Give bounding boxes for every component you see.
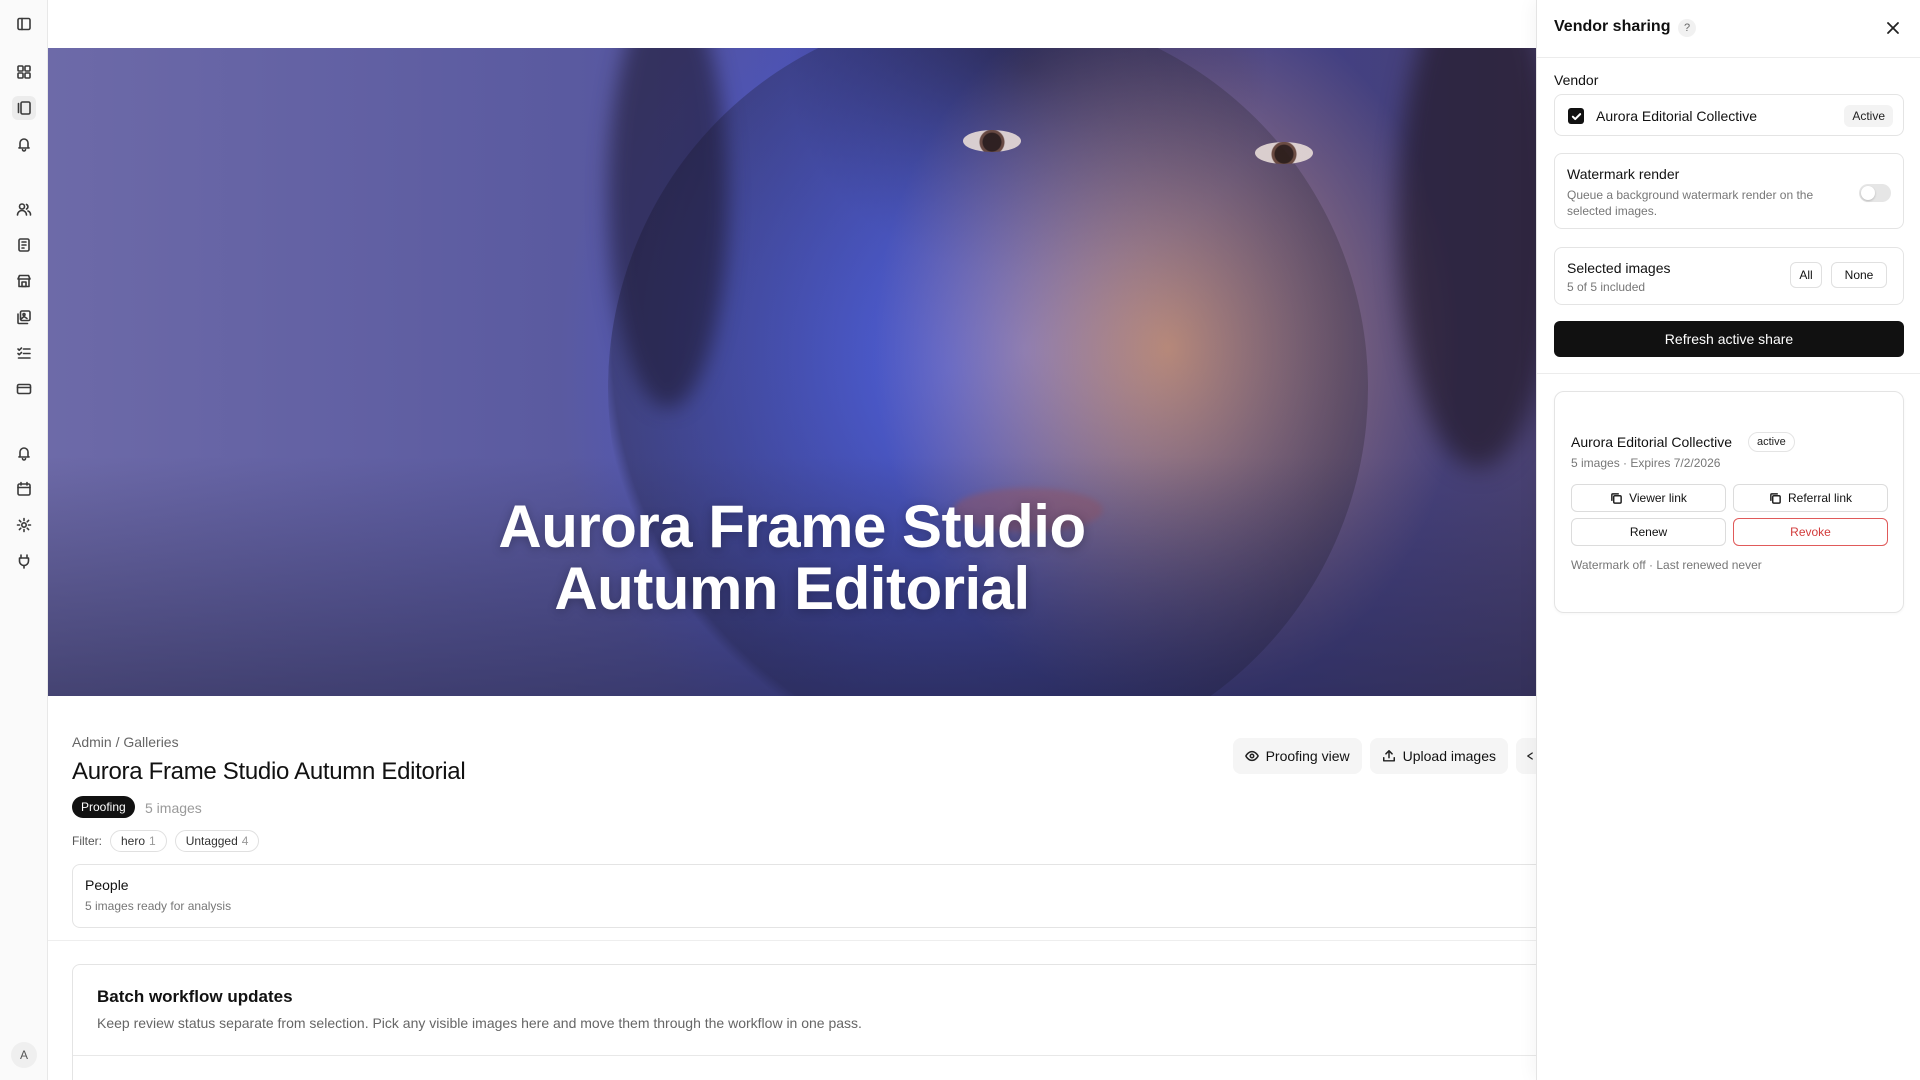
chip-label: hero (121, 834, 146, 848)
chip-count: 1 (149, 834, 156, 848)
watermark-render-card: Watermark render Queue a background wate… (1554, 153, 1904, 229)
copy-icon (1770, 492, 1781, 504)
checkmark-icon (1571, 112, 1581, 120)
eye-icon (1244, 750, 1259, 762)
revoke-button[interactable]: Revoke (1733, 518, 1888, 546)
watermark-description: Queue a background watermark render on t… (1567, 188, 1814, 218)
active-share-card: Aurora Editorial Collective active 5 ima… (1554, 391, 1904, 613)
toggle-knob (1861, 186, 1875, 200)
dashboard-icon[interactable] (12, 60, 36, 84)
notifications-icon[interactable] (12, 132, 36, 156)
panel-divider (1537, 373, 1920, 374)
people-title: People (85, 877, 129, 893)
panel-header: Vendor sharing ? (1537, 0, 1920, 58)
status-badge: Proofing (72, 796, 135, 818)
integrations-icon[interactable] (12, 549, 36, 573)
filter-row: Filter: hero 1 Untagged 4 (72, 830, 260, 852)
renew-label: Renew (1629, 525, 1668, 539)
avatar-initial: A (19, 1048, 28, 1062)
proofing-view-label: Proofing view (1265, 748, 1350, 764)
copy-icon (1611, 492, 1622, 504)
tasks-icon[interactable] (12, 341, 36, 365)
viewer-link-label: Viewer link (1629, 491, 1687, 505)
close-icon (1887, 22, 1899, 34)
section-divider (48, 940, 1536, 941)
upload-images-label: Upload images (1402, 748, 1496, 764)
refresh-active-share-button[interactable]: Refresh active share (1554, 321, 1904, 357)
select-all-button[interactable]: All (1790, 262, 1822, 288)
share-status-badge: active (1748, 432, 1795, 452)
renew-button[interactable]: Renew (1571, 518, 1726, 546)
clients-icon[interactable] (12, 197, 36, 221)
panel-title: Vendor sharing (1554, 18, 1671, 35)
referral-link-label: Referral link (1787, 491, 1853, 505)
hero-hair-right (1398, 48, 1536, 468)
hero-eye-left (963, 130, 1021, 152)
filter-chip-untagged[interactable]: Untagged 4 (174, 830, 260, 852)
revoke-label: Revoke (1790, 525, 1831, 539)
people-card[interactable]: People 5 images ready for analysis (72, 864, 1552, 928)
share-button[interactable] (1516, 738, 1536, 774)
batch-divider (73, 1055, 1551, 1056)
hero-image: Aurora Frame Studio Autumn Editorial (48, 48, 1536, 696)
billing-icon[interactable] (12, 377, 36, 401)
gallery-main: Admin / Galleries Aurora Frame Studio Au… (48, 696, 1552, 1080)
vendor-name: Aurora Editorial Collective (1596, 108, 1758, 124)
watermark-toggle[interactable] (1859, 184, 1891, 202)
help-icon[interactable]: ? (1678, 19, 1696, 37)
close-panel-button[interactable] (1883, 18, 1903, 38)
alerts-icon[interactable] (12, 441, 36, 465)
batch-workflow-card: Batch workflow updates Keep review statu… (72, 964, 1552, 1080)
selected-images-card: Selected images 5 of 5 included All None (1554, 247, 1904, 305)
select-none-button[interactable]: None (1831, 262, 1887, 288)
images-icon[interactable] (12, 305, 36, 329)
selected-images-summary: 5 of 5 included (1567, 280, 1646, 294)
watermark-title: Watermark render (1567, 166, 1680, 182)
hero-title-line2: Autumn Editorial (554, 555, 1030, 622)
top-bar (48, 0, 1536, 48)
batch-title: Batch workflow updates (97, 987, 293, 1006)
image-count: 5 images (145, 800, 202, 816)
vendor-status-badge: Active (1844, 105, 1893, 127)
documents-icon[interactable] (12, 233, 36, 257)
store-icon[interactable] (12, 269, 36, 293)
gallery-actions: Proofing view Upload images (1232, 738, 1536, 774)
galleries-icon[interactable] (12, 96, 36, 120)
avatar[interactable]: A (11, 1042, 37, 1068)
filter-label: Filter: (72, 834, 102, 848)
chip-label: Untagged (185, 834, 238, 848)
share-footer: Watermark off · Last renewed never (1571, 558, 1762, 572)
filter-chip-hero[interactable]: hero 1 (110, 830, 167, 852)
upload-images-button[interactable]: Upload images (1369, 738, 1508, 774)
viewer-link-button[interactable]: Viewer link (1571, 484, 1726, 512)
vendor-label: Vendor (1554, 72, 1599, 88)
page-title: Aurora Frame Studio Autumn Editorial (72, 758, 466, 785)
upload-icon (1382, 750, 1395, 762)
help-glyph: ? (1683, 22, 1691, 34)
calendar-icon[interactable] (12, 477, 36, 501)
settings-icon[interactable] (12, 513, 36, 537)
selected-images-title: Selected images (1567, 260, 1671, 276)
hero-eye-right (1255, 142, 1313, 164)
proofing-view-button[interactable]: Proofing view (1232, 738, 1362, 774)
sidebar-toggle-icon[interactable] (12, 12, 36, 36)
vendor-checkbox[interactable] (1568, 108, 1584, 124)
share-vendor-name: Aurora Editorial Collective (1571, 434, 1733, 450)
vendor-option[interactable]: Aurora Editorial Collective Active (1554, 94, 1904, 136)
hero-title: Aurora Frame Studio Autumn Editorial (48, 496, 1536, 620)
people-subtitle: 5 images ready for analysis (85, 899, 232, 913)
batch-subtitle: Keep review status separate from selecti… (97, 1015, 862, 1031)
breadcrumb[interactable]: Admin / Galleries (72, 734, 179, 750)
chip-count: 4 (241, 834, 249, 848)
share-meta: 5 images · Expires 7/2/2026 (1571, 456, 1721, 470)
share-icon (1527, 752, 1533, 760)
hero-title-line1: Aurora Frame Studio (498, 493, 1086, 560)
referral-link-button[interactable]: Referral link (1733, 484, 1888, 512)
sidebar-rail: A (0, 0, 48, 1080)
vendor-sharing-panel: Vendor sharing ? Vendor Aurora Editorial… (1536, 0, 1920, 1080)
